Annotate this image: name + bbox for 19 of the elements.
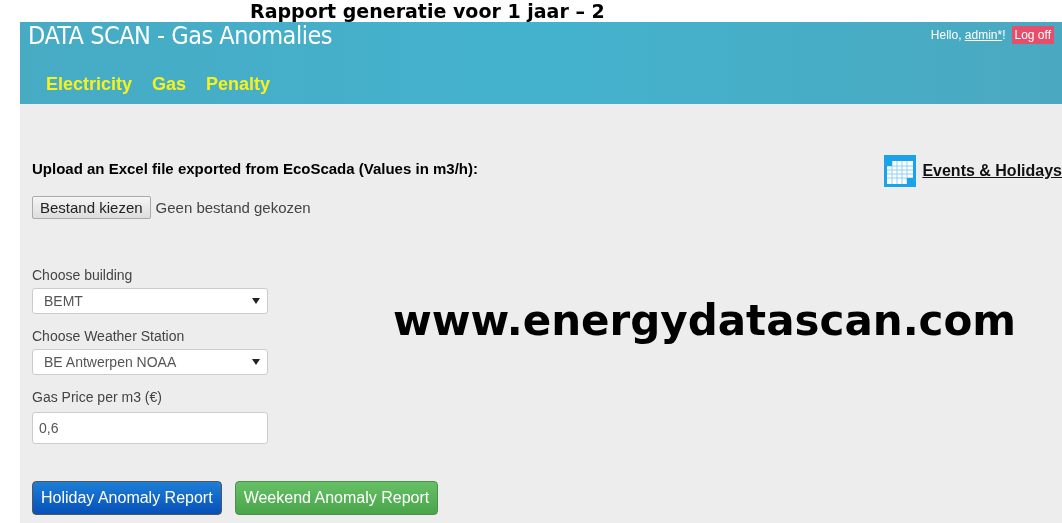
file-status: Geen bestand gekozen — [155, 199, 311, 216]
log-off-button[interactable]: Log off — [1011, 26, 1054, 44]
upload-label: Upload an Excel file exported from EcoScada (Values in m3/h): — [32, 160, 478, 177]
price-input[interactable]: 0,6 — [32, 412, 268, 444]
greeting-text: Hello, admin*! — [930, 28, 1006, 42]
field-label: Gas Price per m3 (€) — [32, 389, 163, 405]
field-label: Choose building — [32, 267, 134, 283]
calendar-icon — [883, 154, 918, 188]
field-label: Choose Weather Station — [32, 328, 186, 344]
select-field[interactable]: BE Antwerpen NOAA — [32, 349, 268, 375]
select-field[interactable]: BEMT — [32, 288, 268, 314]
slide-title: Rapport generatie voor 1 jaar – 2 — [250, 0, 605, 22]
choose-file-button[interactable]: Bestand kiezen — [32, 196, 151, 219]
caret-icon — [252, 298, 260, 304]
events-link[interactable]: Events & Holidays — [922, 162, 1062, 180]
report-button[interactable]: Holiday Anomaly Report — [32, 481, 222, 515]
app-title: DATA SCAN - Gas Anomalies — [28, 22, 333, 50]
caret-icon — [252, 359, 260, 365]
website-caption: www.energydatascan.com — [393, 296, 1017, 345]
